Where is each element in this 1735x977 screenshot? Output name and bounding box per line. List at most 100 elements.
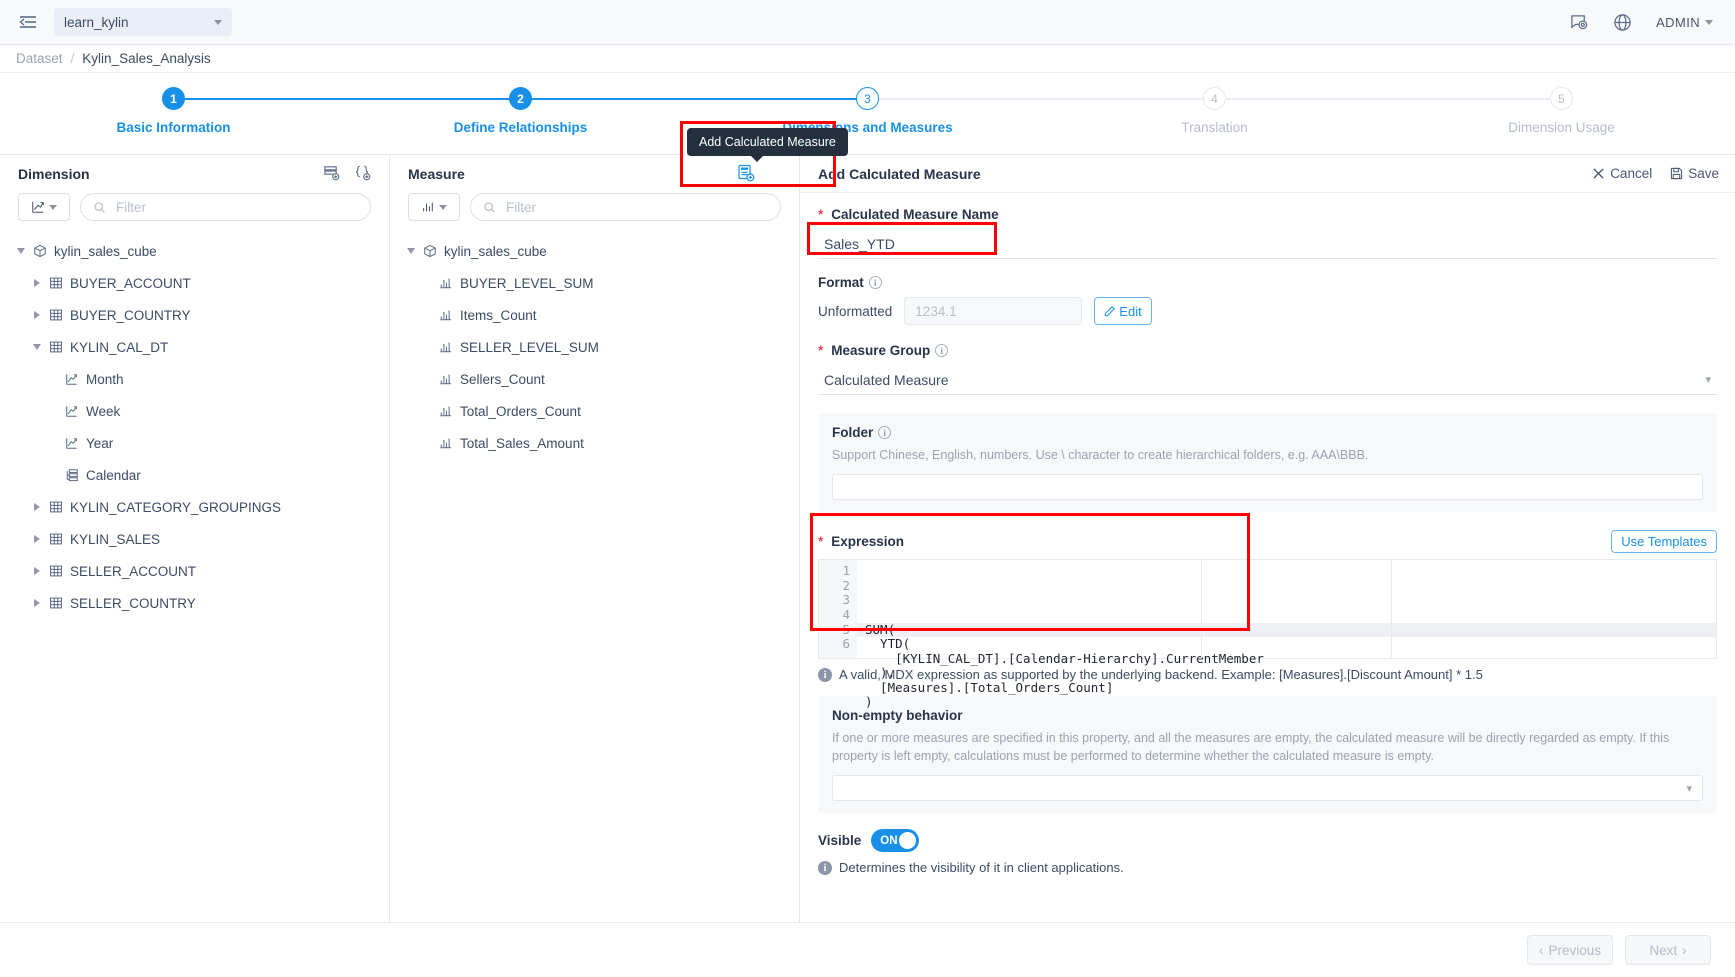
- expand-arrow-icon[interactable]: [30, 500, 44, 514]
- chevron-down-icon: ▾: [1705, 373, 1711, 386]
- tree-node[interactable]: BUYER_LEVEL_SUM: [390, 267, 799, 299]
- measure-name-input[interactable]: [818, 229, 1717, 259]
- pencil-icon: [1104, 305, 1116, 317]
- save-button[interactable]: Save: [1670, 166, 1719, 181]
- folder-input[interactable]: [832, 474, 1703, 500]
- globe-icon[interactable]: [1613, 13, 1632, 32]
- expand-toggle[interactable]: [420, 276, 434, 290]
- step-label: Define Relationships: [454, 120, 588, 135]
- info-icon[interactable]: i: [869, 276, 882, 289]
- tree-node[interactable]: Total_Sales_Amount: [390, 427, 799, 459]
- editor-code[interactable]: SUM( YTD( [KYLIN_CAL_DT].[Calendar-Hiera…: [857, 560, 1716, 658]
- previous-button[interactable]: ‹ Previous: [1527, 935, 1613, 965]
- measure-icon: [439, 436, 453, 450]
- visible-toggle[interactable]: ON: [871, 829, 919, 852]
- use-templates-button[interactable]: Use Templates: [1611, 530, 1717, 553]
- tree-node-label: KYLIN_SALES: [70, 532, 160, 547]
- tree-node[interactable]: Items_Count: [390, 299, 799, 331]
- format-edit-button[interactable]: Edit: [1094, 297, 1151, 325]
- expand-arrow-icon[interactable]: [30, 564, 44, 578]
- tree-node-label: KYLIN_CATEGORY_GROUPINGS: [70, 500, 281, 515]
- expand-arrow-icon[interactable]: [30, 596, 44, 610]
- next-button[interactable]: Next ›: [1625, 935, 1711, 965]
- hamburger-icon[interactable]: [16, 10, 40, 34]
- dimension-icon: [65, 372, 79, 386]
- collapse-arrow-icon[interactable]: [14, 244, 28, 258]
- measure-search-box[interactable]: [470, 193, 781, 221]
- info-icon[interactable]: i: [878, 426, 891, 439]
- tree-node[interactable]: Total_Orders_Count: [390, 395, 799, 427]
- tree-node[interactable]: kylin_sales_cube: [390, 235, 799, 267]
- tree-node[interactable]: KYLIN_CATEGORY_GROUPINGS: [0, 491, 389, 523]
- measure-icon: [439, 404, 453, 418]
- add-calculated-measure-icon[interactable]: [737, 164, 755, 185]
- collapse-arrow-icon[interactable]: [30, 340, 44, 354]
- measure-group-value: Calculated Measure: [824, 372, 949, 388]
- measure-name-label: * Calculated Measure Name: [818, 207, 1717, 222]
- tree-node[interactable]: Month: [0, 363, 389, 395]
- add-calculated-measure-tooltip: Add Calculated Measure: [687, 128, 848, 156]
- monitor-icon[interactable]: [1570, 13, 1589, 32]
- expand-toggle[interactable]: [420, 308, 434, 322]
- tree-node[interactable]: SELLER_COUNTRY: [0, 587, 389, 619]
- editor-line-numbers: 123456: [819, 560, 857, 658]
- tree-node[interactable]: Calendar: [0, 459, 389, 491]
- tree-node[interactable]: SELLER_LEVEL_SUM: [390, 331, 799, 363]
- expand-toggle[interactable]: [420, 340, 434, 354]
- format-current: Unformatted: [818, 304, 892, 319]
- tree-node-label: Sellers_Count: [460, 372, 545, 387]
- non-empty-card: Non-empty behavior If one or more measur…: [818, 696, 1717, 813]
- wizard-step-1[interactable]: 1Basic Information: [0, 87, 347, 154]
- expand-toggle[interactable]: [46, 468, 60, 482]
- info-icon: i: [818, 668, 832, 682]
- breadcrumb-root[interactable]: Dataset: [16, 51, 63, 66]
- project-selector[interactable]: learn_kylin: [54, 8, 232, 36]
- expand-toggle[interactable]: [420, 436, 434, 450]
- tree-node[interactable]: BUYER_COUNTRY: [0, 299, 389, 331]
- tree-node[interactable]: Week: [0, 395, 389, 427]
- save-icon: [1670, 167, 1683, 180]
- expand-arrow-icon[interactable]: [30, 308, 44, 322]
- measure-search-input[interactable]: [504, 199, 768, 216]
- step-label: Dimension Usage: [1508, 120, 1615, 135]
- info-icon[interactable]: i: [935, 344, 948, 357]
- chevron-down-icon: [439, 205, 447, 210]
- line-number: 6: [819, 637, 850, 652]
- expression-editor[interactable]: 123456 SUM( YTD( [KYLIN_CAL_DT].[Calenda…: [818, 559, 1717, 659]
- add-dimension-table-icon[interactable]: [323, 164, 340, 184]
- tree-node-label: BUYER_LEVEL_SUM: [460, 276, 594, 291]
- expand-toggle[interactable]: [46, 372, 60, 386]
- collapse-arrow-icon[interactable]: [404, 244, 418, 258]
- measure-icon: [439, 276, 453, 290]
- cancel-button[interactable]: Cancel: [1592, 166, 1652, 181]
- folder-label: Folder i: [832, 425, 1703, 440]
- expand-arrow-icon[interactable]: [30, 532, 44, 546]
- format-edit-label: Edit: [1119, 304, 1141, 319]
- dimension-search-input[interactable]: [114, 199, 358, 216]
- tree-node[interactable]: BUYER_ACCOUNT: [0, 267, 389, 299]
- dimension-type-filter[interactable]: [18, 193, 70, 221]
- user-menu[interactable]: ADMIN: [1656, 15, 1713, 30]
- expand-toggle[interactable]: [420, 372, 434, 386]
- tree-node[interactable]: kylin_sales_cube: [0, 235, 389, 267]
- expand-toggle[interactable]: [46, 404, 60, 418]
- tree-node[interactable]: SELLER_ACCOUNT: [0, 555, 389, 587]
- measure-type-filter[interactable]: [408, 193, 460, 221]
- measure-group-select[interactable]: Calculated Measure ▾: [818, 365, 1717, 395]
- expand-toggle[interactable]: [46, 436, 60, 450]
- tree-node[interactable]: Year: [0, 427, 389, 459]
- measure-icon: [439, 372, 453, 386]
- expand-toggle[interactable]: [420, 404, 434, 418]
- step-label: Basic Information: [116, 120, 230, 135]
- add-named-set-icon[interactable]: [354, 164, 371, 184]
- tree-node[interactable]: KYLIN_CAL_DT: [0, 331, 389, 363]
- expand-arrow-icon[interactable]: [30, 276, 44, 290]
- tree-node[interactable]: KYLIN_SALES: [0, 523, 389, 555]
- dimension-search-box[interactable]: [80, 193, 371, 221]
- tree-node-label: Month: [86, 372, 124, 387]
- measure-tree: kylin_sales_cube BUYER_LEVEL_SUM Items_Cou…: [390, 221, 799, 459]
- tree-node[interactable]: Sellers_Count: [390, 363, 799, 395]
- non-empty-select[interactable]: ▾: [832, 775, 1703, 801]
- code-line: [KYLIN_CAL_DT].[Calendar-Hierarchy].Curr…: [865, 652, 1716, 667]
- calculated-measure-form: Add Calculated Measure Cancel Save * Cal…: [800, 155, 1735, 922]
